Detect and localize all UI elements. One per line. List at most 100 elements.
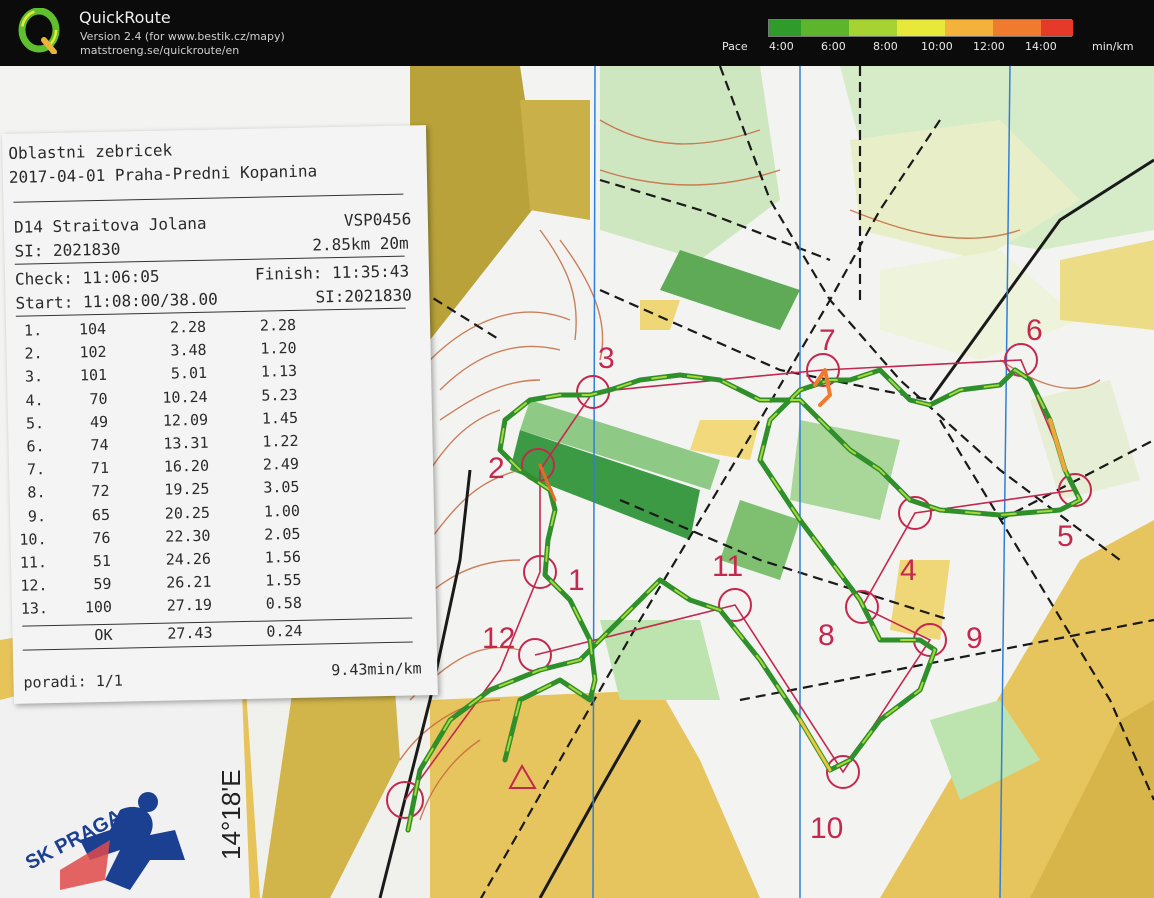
split-cumulative: 26.21	[166, 572, 212, 592]
pace-scale-cell	[937, 20, 945, 36]
split-control-code: 71	[90, 459, 110, 478]
split-cumulative: 12.09	[162, 410, 209, 430]
pace-scale-cell	[929, 20, 937, 36]
pace-unit: min/km	[1092, 40, 1134, 53]
pace-scale-cell	[985, 20, 993, 36]
split-cumulative: 13.31	[163, 433, 209, 453]
pace-scale-cell	[841, 20, 849, 36]
pace-scale-cell	[801, 20, 809, 36]
split-control-code: 76	[92, 528, 111, 547]
pace-scale-cell	[977, 20, 985, 36]
split-leg: 2.49	[262, 455, 300, 474]
pace-scale-cell	[777, 20, 785, 36]
pace-scale-cell	[897, 20, 905, 36]
ok-leg: 0.24	[266, 621, 303, 641]
average-pace: 9.43min/km	[331, 659, 422, 680]
pace-scale-cell	[793, 20, 801, 36]
map-view[interactable]: 1 2 3 4 5 6 7 8 9 10 11 12 14°18'E SK PR…	[0, 66, 1154, 898]
split-leg: 1.13	[260, 362, 298, 382]
runner-name: D14 Straitova Jolana	[13, 213, 207, 237]
finish-time: Finish: 11:35:43	[254, 261, 410, 284]
pace-scale-cell	[953, 20, 961, 36]
pace-scale-cell	[1049, 20, 1057, 36]
split-number: 3.	[24, 367, 44, 386]
pace-color-scale	[768, 19, 1073, 37]
receipt-divider	[13, 193, 404, 203]
split-number: 5.	[25, 413, 45, 433]
pace-scale-cell	[825, 20, 833, 36]
control-number: 5	[1057, 520, 1074, 553]
si-number-2: SI:2021830	[315, 285, 412, 307]
split-control-code: 70	[89, 389, 108, 408]
control-number: 2	[488, 452, 505, 485]
control-number: 6	[1026, 314, 1043, 347]
split-number: 8.	[27, 483, 46, 502]
pace-tick: 8:00	[873, 40, 898, 53]
pace-scale-cell	[913, 20, 921, 36]
pace-tick: 14:00	[1025, 40, 1057, 53]
split-leg: 2.28	[259, 315, 297, 335]
si-number: SI: 2021830	[14, 239, 121, 261]
split-control-code: 101	[79, 366, 108, 385]
app-version: Version 2.4 (for www.bestik.cz/mapy)	[80, 30, 285, 43]
split-control-code: 104	[78, 319, 107, 339]
app-url[interactable]: matstroeng.se/quickroute/en	[80, 44, 239, 57]
receipt-date-location: 2017-04-01 Praha-Predni Kopanina	[8, 161, 318, 187]
app-title: QuickRoute	[79, 8, 171, 27]
split-leg: 3.05	[263, 478, 300, 497]
split-cumulative: 5.01	[170, 364, 208, 383]
split-cumulative: 22.30	[165, 526, 211, 546]
rank: poradi: 1/1	[23, 671, 124, 692]
split-number: 4.	[25, 390, 44, 410]
split-number: 9.	[27, 506, 47, 526]
split-number: 2.	[24, 344, 43, 363]
split-leg: 2.05	[264, 524, 301, 544]
pace-tick: 10:00	[921, 40, 953, 53]
split-cumulative: 16.20	[163, 456, 210, 476]
pace-scale-cell	[969, 20, 977, 36]
split-leg: 0.58	[265, 594, 303, 613]
pace-scale-cell	[817, 20, 825, 36]
pace-scale-cell	[945, 20, 953, 36]
split-control-code: 100	[84, 598, 113, 617]
app-header: QuickRoute Version 2.4 (for www.bestik.c…	[0, 0, 1154, 66]
split-cumulative: 19.25	[164, 480, 210, 500]
pace-tick: 6:00	[821, 40, 846, 53]
split-leg: 1.20	[260, 339, 297, 358]
control-number: 10	[810, 812, 843, 845]
split-leg: 1.55	[265, 571, 302, 590]
course-length: 2.85km 20m	[312, 233, 409, 255]
pace-scale-cell	[1001, 20, 1009, 36]
control-number: 8	[818, 619, 835, 652]
pace-label: Pace	[722, 40, 748, 53]
pace-scale-cell	[1017, 20, 1025, 36]
split-number: 11.	[19, 553, 48, 572]
pace-scale-cell	[785, 20, 793, 36]
split-cumulative: 27.19	[166, 596, 213, 616]
control-number: 4	[900, 554, 917, 587]
pace-scale-cell	[1009, 20, 1017, 36]
pace-scale-cell	[1025, 20, 1033, 36]
pace-scale-cell	[849, 20, 857, 36]
ok-cumulative: 27.43	[167, 623, 213, 643]
split-cumulative: 3.48	[170, 340, 207, 360]
split-number: 1.	[23, 321, 43, 340]
pace-scale-cell	[769, 20, 777, 36]
pace-scale-cell	[833, 20, 841, 36]
split-number: 7.	[26, 460, 46, 479]
pace-scale-cell	[1057, 20, 1065, 36]
control-number: 3	[598, 342, 615, 375]
split-control-code: 72	[91, 482, 110, 501]
split-number: 6.	[26, 437, 45, 456]
split-leg: 1.00	[263, 501, 301, 521]
control-number: 9	[966, 622, 983, 655]
split-leg: 1.45	[261, 408, 299, 428]
split-control-code: 59	[93, 574, 112, 594]
split-number: 12.	[20, 576, 48, 595]
control-number: 1	[568, 564, 585, 597]
ok-label: OK	[94, 625, 113, 645]
split-cumulative: 20.25	[164, 503, 211, 523]
coordinate-label: 14°18'E	[216, 769, 246, 860]
control-number: 7	[819, 324, 836, 357]
split-receipt: Oblastni zebricek 2017-04-01 Praha-Predn…	[2, 125, 438, 704]
